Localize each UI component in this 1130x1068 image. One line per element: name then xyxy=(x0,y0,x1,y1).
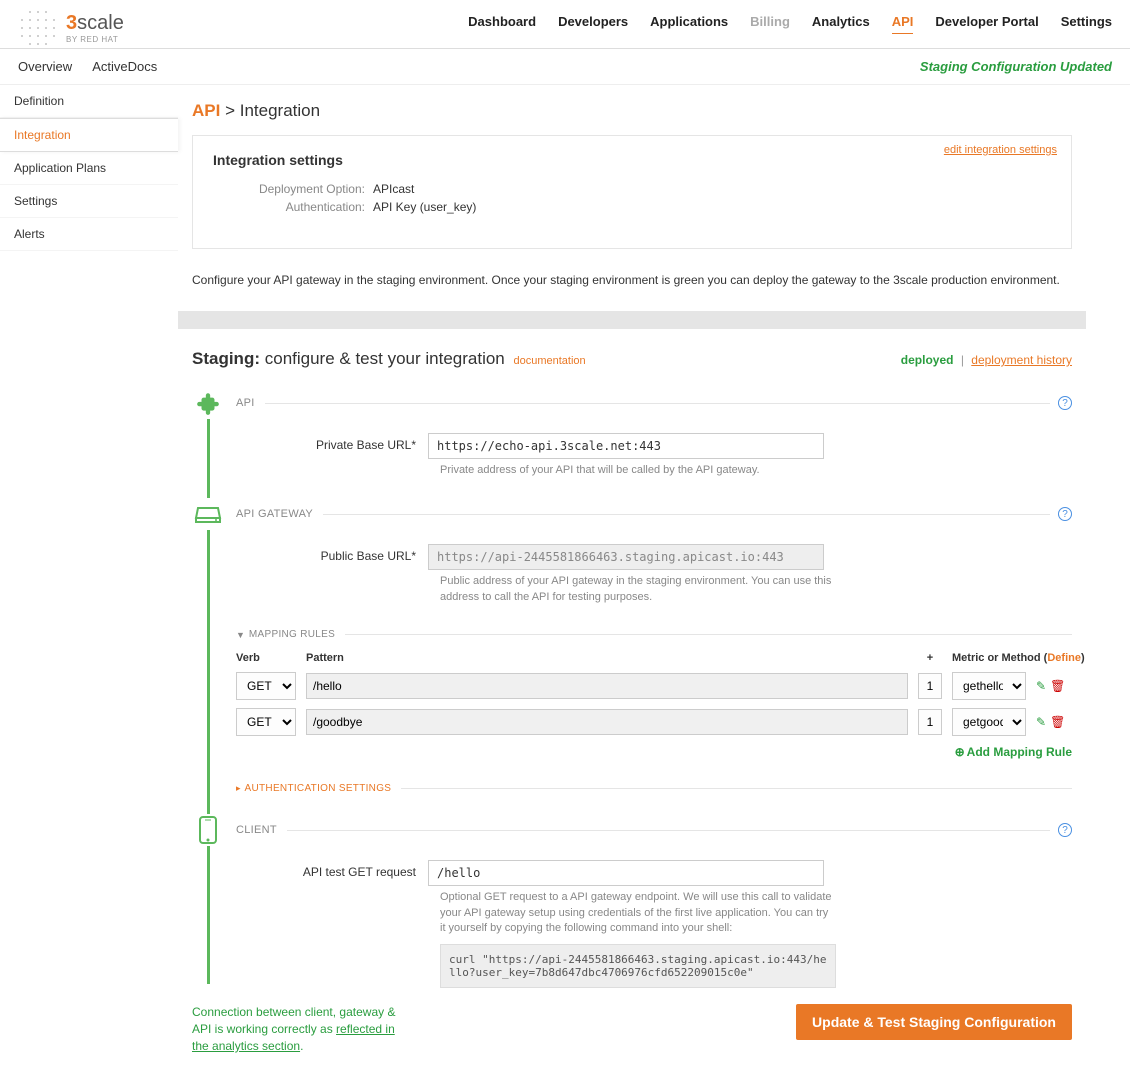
private-base-url-hint: Private address of your API that will be… xyxy=(440,463,1072,478)
client-section-label: CLIENT xyxy=(236,824,277,836)
plus-icon: ⊕ xyxy=(955,745,965,759)
curl-command: curl "https://api-2445581866463.staging.… xyxy=(440,944,836,988)
trash-icon[interactable]: 🗑 xyxy=(1050,715,1065,729)
update-test-staging-button[interactable]: Update & Test Staging Configuration xyxy=(796,1004,1072,1040)
help-icon[interactable]: ? xyxy=(1058,396,1072,410)
add-mapping-rule-link[interactable]: ⊕Add Mapping Rule xyxy=(955,745,1072,759)
api-test-label: API test GET request xyxy=(236,860,428,879)
gateway-section-label: API GATEWAY xyxy=(236,508,313,520)
public-base-url-label: Public Base URL* xyxy=(236,544,428,563)
help-icon[interactable]: ? xyxy=(1058,507,1072,521)
breadcrumb: API > Integration xyxy=(192,95,1072,135)
mapping-rules-label: MAPPING RULES xyxy=(249,629,335,640)
edit-integration-settings-link[interactable]: edit integration settings xyxy=(944,144,1057,156)
nav-developers[interactable]: Developers xyxy=(558,14,628,33)
sub-nav: Overview ActiveDocs xyxy=(18,59,157,74)
mobile-icon xyxy=(192,814,224,846)
footer-row: Connection between client, gateway & API… xyxy=(192,1004,1072,1054)
deployment-history-link[interactable]: deployment history xyxy=(971,353,1072,367)
breadcrumb-page: Integration xyxy=(240,101,320,120)
increment-input[interactable] xyxy=(918,673,942,699)
pattern-input[interactable] xyxy=(306,673,908,699)
api-section-label: API xyxy=(236,397,255,409)
mapping-row: GET getgoodby ✎ 🗑 xyxy=(236,708,1072,736)
auth-settings-label[interactable]: AUTHENTICATION SETTINGS xyxy=(245,783,392,794)
documentation-link[interactable]: documentation xyxy=(514,355,586,367)
sidebar-item-application-plans[interactable]: Application Plans xyxy=(0,152,178,185)
api-test-input[interactable] xyxy=(428,860,824,886)
api-test-hint: Optional GET request to a API gateway en… xyxy=(440,890,836,936)
sidebar-item-alerts[interactable]: Alerts xyxy=(0,218,178,251)
public-base-url-hint: Public address of your API gateway in th… xyxy=(440,574,836,605)
staging-title-rest: configure & test your integration xyxy=(265,349,505,368)
staging-header: Staging: configure & test your integrati… xyxy=(192,349,1072,369)
increment-input[interactable] xyxy=(918,709,942,735)
pattern-input[interactable] xyxy=(306,709,908,735)
configure-blurb: Configure your API gateway in the stagin… xyxy=(192,273,1072,287)
logo[interactable]: 3scale BY RED HAT xyxy=(18,8,124,48)
col-pattern: Pattern xyxy=(306,652,908,664)
col-verb: Verb xyxy=(236,652,296,664)
brand-byline: BY RED HAT xyxy=(66,35,124,44)
nav-api[interactable]: API xyxy=(892,14,914,34)
deployment-option-value: APIcast xyxy=(373,182,414,196)
gateway-icon xyxy=(192,498,224,530)
staging-title-bold: Staging: xyxy=(192,349,260,368)
nav-analytics[interactable]: Analytics xyxy=(812,14,870,33)
nav-settings[interactable]: Settings xyxy=(1061,14,1112,33)
top-nav: Dashboard Developers Applications Billin… xyxy=(468,14,1112,43)
header: 3scale BY RED HAT Dashboard Developers A… xyxy=(0,0,1130,49)
nav-applications[interactable]: Applications xyxy=(650,14,728,33)
trash-icon[interactable]: 🗑 xyxy=(1050,679,1065,693)
private-base-url-input[interactable] xyxy=(428,433,824,459)
mapping-rules-table: Verb Pattern + Metric or Method (Define)… xyxy=(236,652,1072,736)
mapping-row: GET gethello ✎ 🗑 xyxy=(236,672,1072,700)
main-content: API > Integration edit integration setti… xyxy=(178,85,1130,1065)
private-base-url-label: Private Base URL* xyxy=(236,433,428,452)
deployment-option-label: Deployment Option: xyxy=(213,182,373,196)
authentication-value: API Key (user_key) xyxy=(373,200,476,214)
edit-icon[interactable]: ✎ xyxy=(1036,715,1046,729)
breadcrumb-root[interactable]: API xyxy=(192,101,220,120)
nav-developer-portal[interactable]: Developer Portal xyxy=(935,14,1038,33)
sidebar-item-definition[interactable]: Definition xyxy=(0,85,178,118)
nav-dashboard[interactable]: Dashboard xyxy=(468,14,536,33)
brand-name: 3scale xyxy=(66,12,124,35)
logo-icon xyxy=(18,8,58,48)
chevron-right-icon[interactable]: ▸ xyxy=(236,783,241,794)
metric-select[interactable]: getgoodby xyxy=(952,708,1026,736)
divider-bar xyxy=(178,311,1086,329)
col-metric: Metric or Method (Define) xyxy=(952,652,1026,664)
subnav-overview[interactable]: Overview xyxy=(18,59,72,74)
chevron-down-icon[interactable]: ▼ xyxy=(236,630,245,640)
panel-title: Integration settings xyxy=(213,152,1051,168)
connection-status: Connection between client, gateway & API… xyxy=(192,1004,412,1054)
public-base-url-input xyxy=(428,544,824,570)
integration-settings-panel: edit integration settings Integration se… xyxy=(192,135,1072,249)
sub-bar: Overview ActiveDocs Staging Configuratio… xyxy=(0,49,1130,85)
verb-select[interactable]: GET xyxy=(236,672,296,700)
sidebar-item-integration[interactable]: Integration xyxy=(0,118,178,152)
authentication-label: Authentication: xyxy=(213,200,373,214)
puzzle-icon xyxy=(192,387,224,419)
metric-select[interactable]: gethello xyxy=(952,672,1026,700)
edit-icon[interactable]: ✎ xyxy=(1036,679,1046,693)
col-plus: + xyxy=(918,652,942,664)
deployed-status: deployed xyxy=(901,353,954,367)
help-icon[interactable]: ? xyxy=(1058,823,1072,837)
verb-select[interactable]: GET xyxy=(236,708,296,736)
subnav-activedocs[interactable]: ActiveDocs xyxy=(92,59,157,74)
sidebar: Definition Integration Application Plans… xyxy=(0,85,178,1065)
flow-diagram: API ? Private Base URL* Private address … xyxy=(192,387,1072,988)
status-message: Staging Configuration Updated xyxy=(920,59,1112,74)
nav-billing[interactable]: Billing xyxy=(750,14,790,33)
sidebar-item-settings[interactable]: Settings xyxy=(0,185,178,218)
